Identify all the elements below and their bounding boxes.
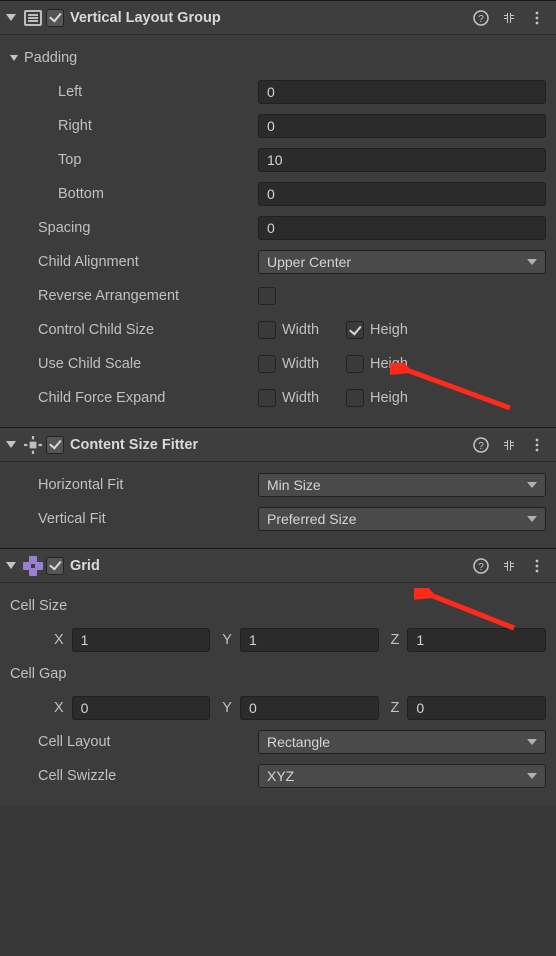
chevron-down-icon <box>527 259 537 265</box>
menu-icon[interactable] <box>526 434 548 456</box>
help-icon[interactable]: ? <box>470 555 492 577</box>
vlg-enable-checkbox[interactable] <box>46 9 64 27</box>
csf-body: Horizontal Fit Min Size Vertical Fit Pre… <box>0 462 556 548</box>
csf-enable-checkbox[interactable] <box>46 436 64 454</box>
chevron-down-icon <box>527 482 537 488</box>
vertical-fit-dropdown[interactable]: Preferred Size <box>258 507 546 531</box>
width-label: Width <box>282 390 340 406</box>
chevron-down-icon <box>527 773 537 779</box>
grid-header[interactable]: Grid ? <box>0 549 556 583</box>
child-force-expand-label: Child Force Expand <box>10 390 258 406</box>
cell-layout-label: Cell Layout <box>10 734 258 750</box>
foldout-icon[interactable] <box>6 14 16 21</box>
svg-text:?: ? <box>478 14 484 25</box>
control-width-checkbox[interactable] <box>258 321 276 339</box>
axis-y-label: Y <box>216 700 234 716</box>
cell-gap-z-input[interactable] <box>407 696 546 720</box>
foldout-icon[interactable] <box>6 441 16 448</box>
control-child-size-label: Control Child Size <box>10 322 258 338</box>
horizontal-fit-dropdown[interactable]: Min Size <box>258 473 546 497</box>
padding-bottom-input[interactable] <box>258 182 546 206</box>
cell-size-z-input[interactable] <box>407 628 546 652</box>
padding-right-input[interactable] <box>258 114 546 138</box>
cell-layout-value: Rectangle <box>267 734 330 750</box>
grid-icon <box>22 555 44 577</box>
spacing-input[interactable] <box>258 216 546 240</box>
height-label: Heigh <box>370 322 428 338</box>
vlg-title: Vertical Layout Group <box>70 10 221 26</box>
cell-swizzle-label: Cell Swizzle <box>10 768 258 784</box>
height-label: Heigh <box>370 390 428 406</box>
scale-width-checkbox[interactable] <box>258 355 276 373</box>
child-alignment-value: Upper Center <box>267 254 351 270</box>
reverse-arrangement-checkbox[interactable] <box>258 287 276 305</box>
vertical-layout-group-component: Vertical Layout Group ? Padding Left Rig… <box>0 0 556 427</box>
cell-gap-x-input[interactable] <box>72 696 211 720</box>
help-icon[interactable]: ? <box>470 434 492 456</box>
padding-left-label: Left <box>10 84 258 100</box>
cell-layout-dropdown[interactable]: Rectangle <box>258 730 546 754</box>
child-alignment-dropdown[interactable]: Upper Center <box>258 250 546 274</box>
axis-x-label: X <box>54 700 66 716</box>
layout-icon <box>22 7 44 29</box>
cell-gap-label: Cell Gap <box>10 666 66 682</box>
axis-x-label: X <box>54 632 66 648</box>
csf-header[interactable]: Content Size Fitter ? <box>0 428 556 462</box>
width-label: Width <box>282 356 340 372</box>
cell-size-label: Cell Size <box>10 598 67 614</box>
padding-left-input[interactable] <box>258 80 546 104</box>
menu-icon[interactable] <box>526 555 548 577</box>
reverse-arrangement-label: Reverse Arrangement <box>10 288 258 304</box>
scale-height-checkbox[interactable] <box>346 355 364 373</box>
axis-y-label: Y <box>216 632 234 648</box>
cell-gap-y-input[interactable] <box>240 696 379 720</box>
control-height-checkbox[interactable] <box>346 321 364 339</box>
menu-icon[interactable] <box>526 7 548 29</box>
expand-width-checkbox[interactable] <box>258 389 276 407</box>
fitter-icon <box>22 434 44 456</box>
padding-label: Padding <box>24 50 77 66</box>
padding-bottom-label: Bottom <box>10 186 258 202</box>
vertical-fit-value: Preferred Size <box>267 511 356 527</box>
axis-z-label: Z <box>385 632 402 648</box>
expand-height-checkbox[interactable] <box>346 389 364 407</box>
preset-icon[interactable] <box>498 434 520 456</box>
horizontal-fit-label: Horizontal Fit <box>10 477 258 493</box>
preset-icon[interactable] <box>498 555 520 577</box>
spacing-label: Spacing <box>10 220 258 236</box>
svg-text:?: ? <box>478 441 484 452</box>
cell-swizzle-dropdown[interactable]: XYZ <box>258 764 546 788</box>
cell-size-y-input[interactable] <box>240 628 379 652</box>
grid-title: Grid <box>70 558 100 574</box>
axis-z-label: Z <box>385 700 402 716</box>
grid-body: Cell Size X Y Z Cell Gap X Y Z <box>0 583 556 805</box>
width-label: Width <box>282 322 340 338</box>
use-child-scale-label: Use Child Scale <box>10 356 258 372</box>
content-size-fitter-component: Content Size Fitter ? Horizontal Fit Min… <box>0 427 556 548</box>
padding-right-label: Right <box>10 118 258 134</box>
height-label: Heigh <box>370 356 428 372</box>
child-alignment-label: Child Alignment <box>10 254 258 270</box>
grid-component: Grid ? Cell Size X Y Z Cell Gap <box>0 548 556 805</box>
chevron-down-icon <box>527 739 537 745</box>
foldout-icon[interactable] <box>6 562 16 569</box>
vlg-header[interactable]: Vertical Layout Group ? <box>0 1 556 35</box>
grid-enable-checkbox[interactable] <box>46 557 64 575</box>
svg-text:?: ? <box>478 562 484 573</box>
horizontal-fit-value: Min Size <box>267 477 321 493</box>
vlg-body: Padding Left Right Top Bottom Spacing Ch… <box>0 35 556 427</box>
help-icon[interactable]: ? <box>470 7 492 29</box>
cell-swizzle-value: XYZ <box>267 768 294 784</box>
padding-top-input[interactable] <box>258 148 546 172</box>
chevron-down-icon <box>527 516 537 522</box>
padding-top-label: Top <box>10 152 258 168</box>
foldout-icon[interactable] <box>10 55 18 61</box>
vertical-fit-label: Vertical Fit <box>10 511 258 527</box>
cell-size-x-input[interactable] <box>72 628 211 652</box>
csf-title: Content Size Fitter <box>70 437 198 453</box>
preset-icon[interactable] <box>498 7 520 29</box>
